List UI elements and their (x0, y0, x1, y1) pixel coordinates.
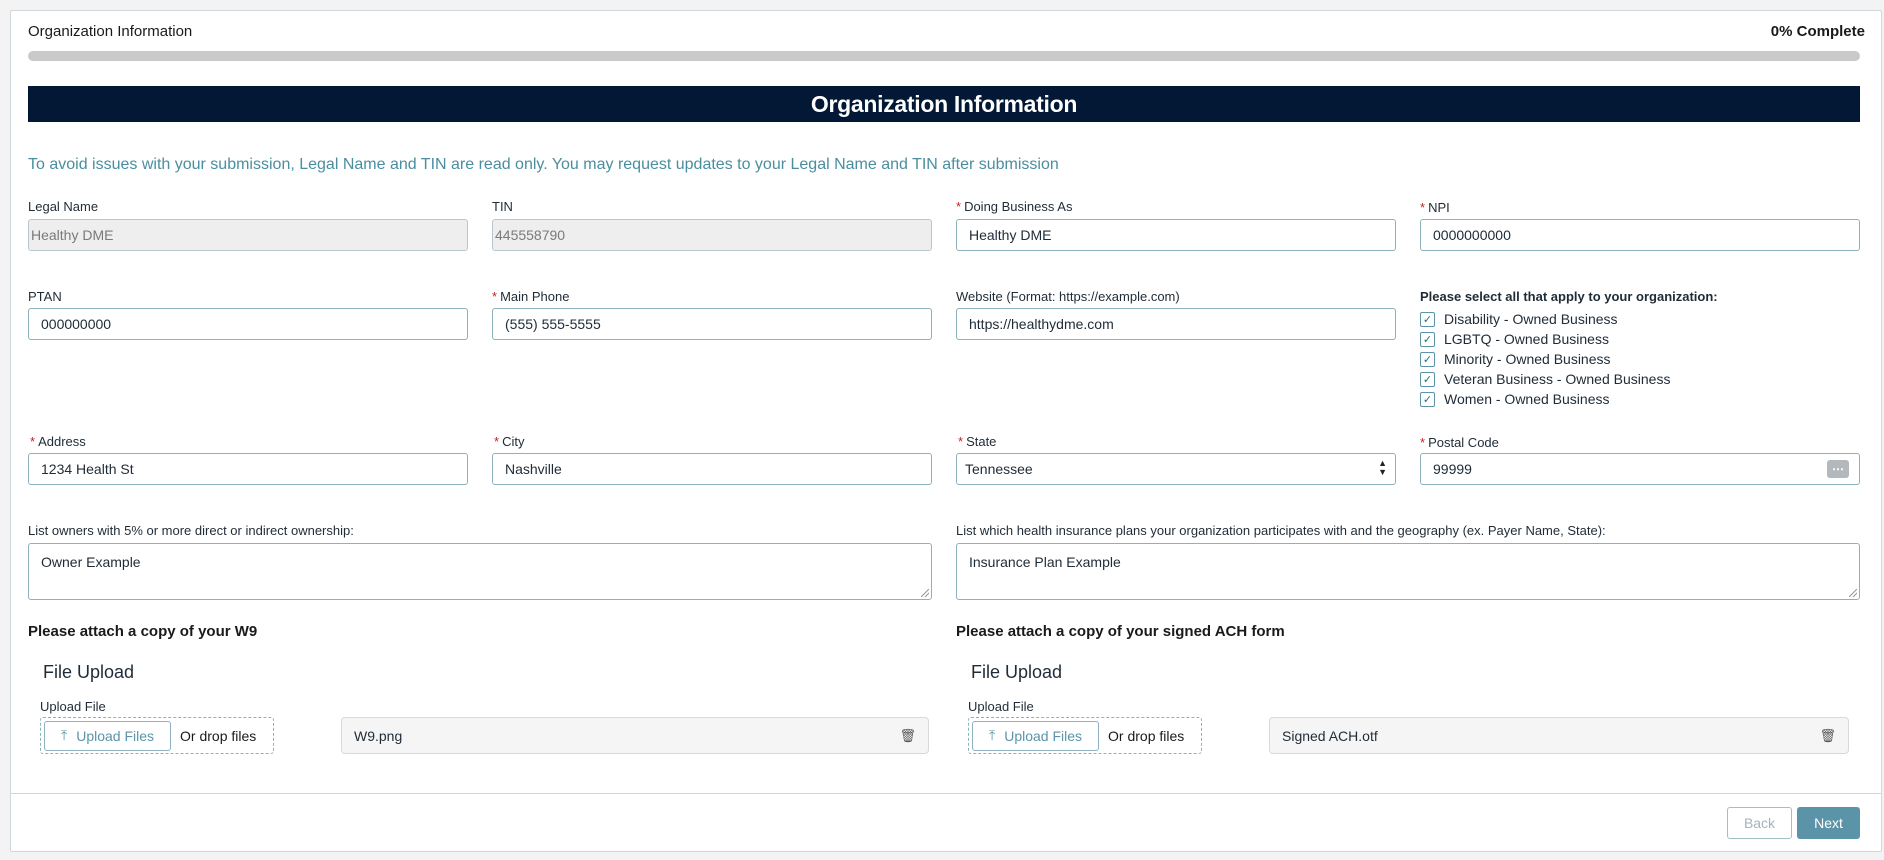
ptan-label: PTAN (28, 289, 62, 304)
checkbox-label: Minority - Owned Business (1444, 351, 1611, 367)
trash-icon[interactable]: 🗑 (1819, 728, 1836, 744)
checkbox-label: Disability - Owned Business (1444, 311, 1618, 327)
ach-file-chip: Signed ACH.otf 🗑 (1269, 717, 1849, 754)
check-icon: ✓ (1422, 353, 1433, 366)
check-icon: ✓ (1422, 313, 1433, 326)
tin-field: 445558790 (492, 219, 932, 251)
ownership-check-row[interactable]: ✓ Veteran Business - Owned Business (1420, 369, 1670, 389)
ownership-check-row[interactable]: ✓ Disability - Owned Business (1420, 309, 1670, 329)
state-select[interactable]: Tennessee ▲ ▼ (956, 453, 1396, 485)
progress-percent: 0% Complete (1770, 23, 1865, 40)
check-icon: ✓ (1422, 393, 1433, 406)
upload-icon: ⤒ (989, 727, 996, 743)
checkbox-label: Women - Owned Business (1444, 391, 1610, 407)
npi-field[interactable]: 0000000000 (1420, 219, 1860, 251)
main-phone-label: * Main Phone (492, 289, 570, 304)
w9-file-chip: W9.png 🗑 (341, 717, 929, 754)
checkbox[interactable]: ✓ (1420, 391, 1435, 407)
ownership-check-row[interactable]: ✓ LGBTQ - Owned Business (1420, 329, 1670, 349)
checkbox[interactable]: ✓ (1420, 371, 1435, 387)
next-button[interactable]: Next (1797, 807, 1860, 839)
checkbox-label: LGBTQ - Owned Business (1444, 331, 1609, 347)
dba-label: * Doing Business As (956, 199, 1073, 214)
ach-dropzone[interactable]: ⤒ Upload Files Or drop files (968, 717, 1202, 754)
w9-upload-button-label: Upload Files (76, 727, 155, 744)
city-label: * City (494, 434, 525, 449)
checkbox[interactable]: ✓ (1420, 331, 1435, 347)
insurance-textarea[interactable]: Insurance Plan Example (956, 543, 1860, 600)
ach-upload-file-label: Upload File (968, 699, 1034, 714)
ownership-checks-title: Please select all that apply to your org… (1420, 289, 1718, 304)
w9-upload-file-label: Upload File (40, 699, 106, 714)
ach-file-upload-title: File Upload (971, 662, 1063, 682)
form-card: Organization Information 0% Complete Org… (10, 10, 1882, 852)
main-phone-field[interactable]: (555) 555-5555 (492, 308, 932, 340)
w9-drop-text: Or drop files (180, 727, 257, 744)
upload-icon: ⤒ (61, 727, 68, 743)
resize-grip-icon[interactable] (1849, 589, 1857, 597)
progress-bar (28, 51, 1860, 61)
ach-upload-button[interactable]: ⤒ Upload Files (972, 720, 1100, 751)
ellipsis-icon[interactable]: ⋯ (1827, 460, 1849, 478)
ach-attach-title: Please attach a copy of your signed ACH … (956, 623, 1285, 640)
legal-name-label: Legal Name (28, 199, 99, 214)
tin-label: TIN (492, 199, 513, 214)
ach-file-name: Signed ACH.otf (1282, 727, 1378, 744)
progress-title: Organization Information (28, 23, 193, 40)
checkbox[interactable]: ✓ (1420, 311, 1435, 327)
w9-attach-title: Please attach a copy of your W9 (28, 623, 258, 640)
checkbox-label: Veteran Business - Owned Business (1444, 371, 1671, 387)
state-select-value: Tennessee (965, 461, 1033, 477)
insurance-value: Insurance Plan Example (969, 554, 1121, 570)
check-icon: ✓ (1422, 333, 1433, 346)
owners-value: Owner Example (41, 554, 141, 570)
trash-icon[interactable]: 🗑 (899, 728, 916, 744)
legal-name-field: Healthy DME (28, 219, 468, 251)
ptan-field[interactable]: 000000000 (28, 308, 468, 340)
website-field[interactable]: https://healthydme.com (956, 308, 1396, 340)
resize-grip-icon[interactable] (921, 589, 929, 597)
address-field[interactable]: 1234 Health St (28, 453, 468, 485)
ownership-check-row[interactable]: ✓ Women - Owned Business (1420, 389, 1670, 409)
address-label: * Address (30, 434, 86, 449)
website-label: Website (Format: https://example.com) (956, 289, 1180, 304)
city-field[interactable]: Nashville (492, 453, 932, 485)
postal-code-field[interactable]: 99999 ⋯ (1420, 453, 1860, 485)
ownership-check-row[interactable]: ✓ Minority - Owned Business (1420, 349, 1670, 369)
w9-file-name: W9.png (354, 727, 403, 744)
back-button[interactable]: Back (1727, 807, 1792, 839)
section-header: Organization Information (28, 86, 1860, 122)
ach-drop-text: Or drop files (1108, 727, 1185, 744)
readonly-notice: To avoid issues with your submission, Le… (28, 156, 1059, 173)
dba-field[interactable]: Healthy DME (956, 219, 1396, 251)
ach-upload-button-label: Upload Files (1004, 727, 1083, 744)
w9-file-upload-title: File Upload (43, 662, 135, 682)
state-label: * State (958, 434, 997, 449)
insurance-label: List which health insurance plans your o… (956, 523, 1606, 538)
npi-label: * NPI (1420, 200, 1450, 215)
owners-textarea[interactable]: Owner Example (28, 543, 932, 600)
checkbox[interactable]: ✓ (1420, 351, 1435, 367)
w9-upload-button[interactable]: ⤒ Upload Files (44, 720, 172, 751)
footer-divider (11, 793, 1881, 794)
ownership-checklist: ✓ Disability - Owned Business ✓ LGBTQ - Own… (1420, 309, 1670, 409)
postal-code-value: 99999 (1433, 461, 1472, 477)
select-arrows-icon: ▲ ▼ (1378, 458, 1387, 477)
owners-label: List owners with 5% or more direct or in… (28, 523, 354, 538)
postal-code-label: * Postal Code (1420, 435, 1499, 450)
check-icon: ✓ (1422, 373, 1433, 386)
w9-dropzone[interactable]: ⤒ Upload Files Or drop files (40, 717, 274, 754)
